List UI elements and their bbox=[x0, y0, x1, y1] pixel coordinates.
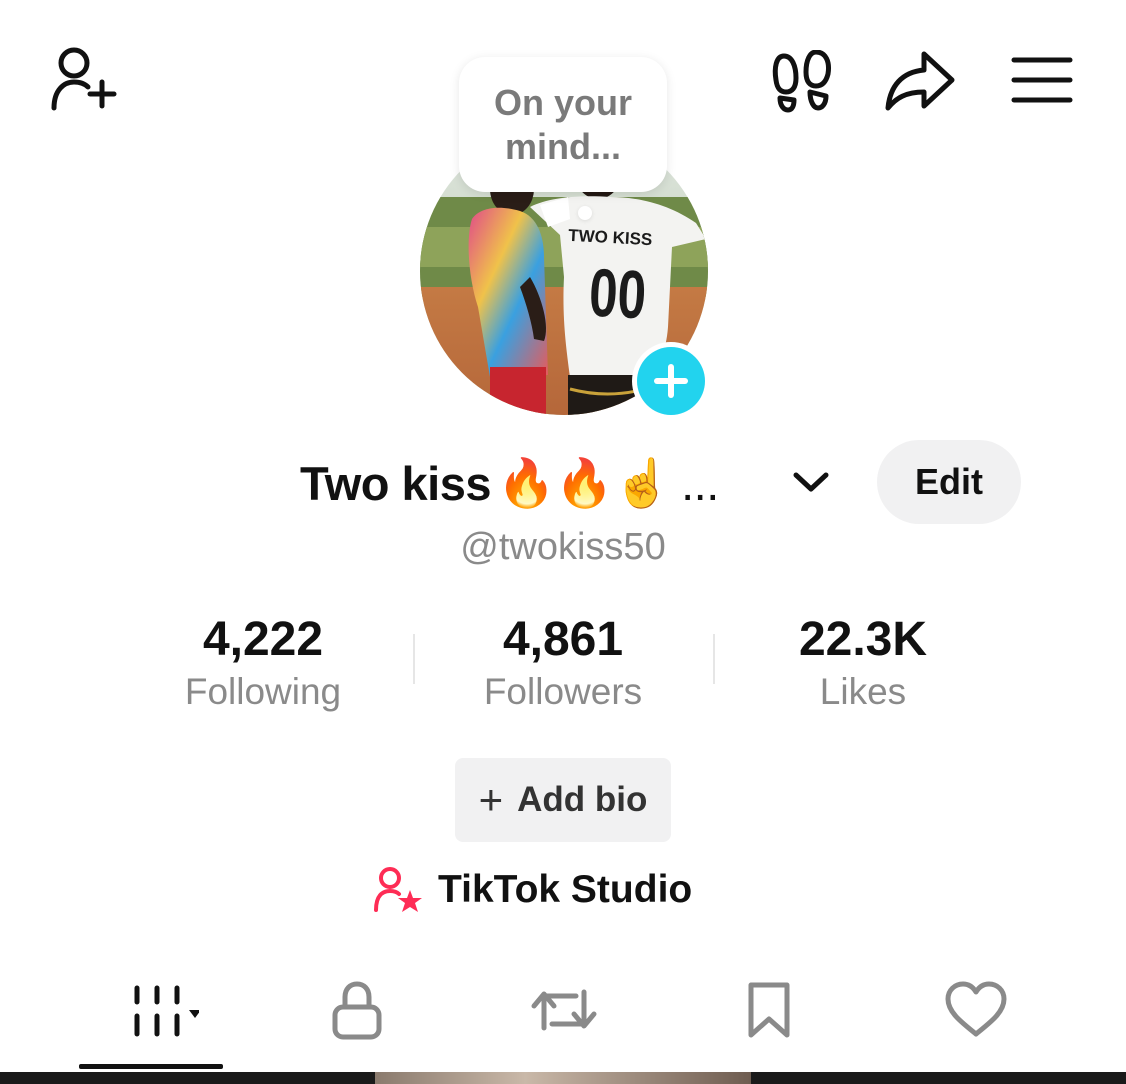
bookmark-icon bbox=[748, 982, 790, 1038]
edit-profile-button[interactable]: Edit bbox=[877, 440, 1021, 524]
display-name-ellipsis: ... bbox=[681, 456, 719, 510]
chevron-down-icon bbox=[793, 472, 829, 492]
person-star-icon bbox=[374, 867, 422, 912]
video-thumbnail[interactable] bbox=[375, 1072, 751, 1084]
account-switcher-button[interactable] bbox=[790, 467, 832, 497]
note-bubble-tail bbox=[578, 206, 592, 220]
tiktok-studio-label: TikTok Studio bbox=[438, 868, 693, 911]
stat-followers[interactable]: 4,861 Followers bbox=[413, 610, 713, 714]
stat-followers-value: 4,861 bbox=[502, 613, 624, 666]
stat-following[interactable]: 4,222 Following bbox=[113, 610, 413, 714]
tab-favorites[interactable] bbox=[738, 975, 800, 1045]
share-arrow-icon bbox=[885, 51, 955, 111]
heart-icon bbox=[945, 981, 1007, 1037]
add-bio-label: Add bio bbox=[517, 780, 648, 819]
tab-videos[interactable] bbox=[79, 975, 223, 1045]
person-plus-icon bbox=[51, 47, 117, 111]
plus-icon bbox=[654, 364, 688, 398]
note-bubble[interactable]: On your mind... bbox=[459, 57, 667, 192]
footprints-icon bbox=[772, 50, 831, 113]
tiktok-studio-link[interactable]: TikTok Studio bbox=[372, 862, 692, 918]
tab-liked[interactable] bbox=[938, 975, 1014, 1045]
menu-button[interactable] bbox=[1010, 54, 1074, 106]
tab-private[interactable] bbox=[322, 975, 392, 1045]
repost-icon bbox=[531, 989, 597, 1031]
stat-likes-value: 22.3K bbox=[798, 613, 928, 666]
jersey-number-text: 00 bbox=[587, 255, 648, 334]
stat-followers-label: Followers bbox=[483, 671, 643, 712]
note-bubble-text: On your mind... bbox=[493, 81, 632, 167]
hamburger-menu-icon bbox=[1011, 57, 1073, 103]
add-friend-button[interactable] bbox=[46, 44, 122, 114]
display-name-row[interactable]: Two kiss 🔥🔥☝️ ... bbox=[300, 445, 719, 521]
share-button[interactable] bbox=[884, 48, 958, 114]
username: @twokiss50 bbox=[460, 526, 666, 568]
tab-reposts[interactable] bbox=[527, 975, 601, 1045]
stat-likes[interactable]: 22.3K Likes bbox=[713, 610, 1013, 714]
lock-icon bbox=[332, 981, 382, 1040]
add-bio-plus: + bbox=[478, 776, 504, 823]
footprints-button[interactable] bbox=[770, 50, 834, 114]
edit-profile-label: Edit bbox=[915, 461, 983, 502]
active-tab-indicator bbox=[79, 1064, 223, 1069]
add-bio-button[interactable]: + Add bio bbox=[455, 758, 671, 842]
display-name-emojis: 🔥🔥☝️ bbox=[497, 455, 672, 511]
stat-following-value: 4,222 bbox=[202, 613, 324, 666]
add-story-button[interactable] bbox=[632, 342, 710, 420]
grid-bars-icon bbox=[134, 985, 199, 1037]
stat-following-label: Following bbox=[184, 671, 342, 712]
display-name: Two kiss bbox=[300, 456, 492, 510]
add-story-badge bbox=[637, 347, 705, 415]
stat-likes-label: Likes bbox=[819, 671, 907, 712]
